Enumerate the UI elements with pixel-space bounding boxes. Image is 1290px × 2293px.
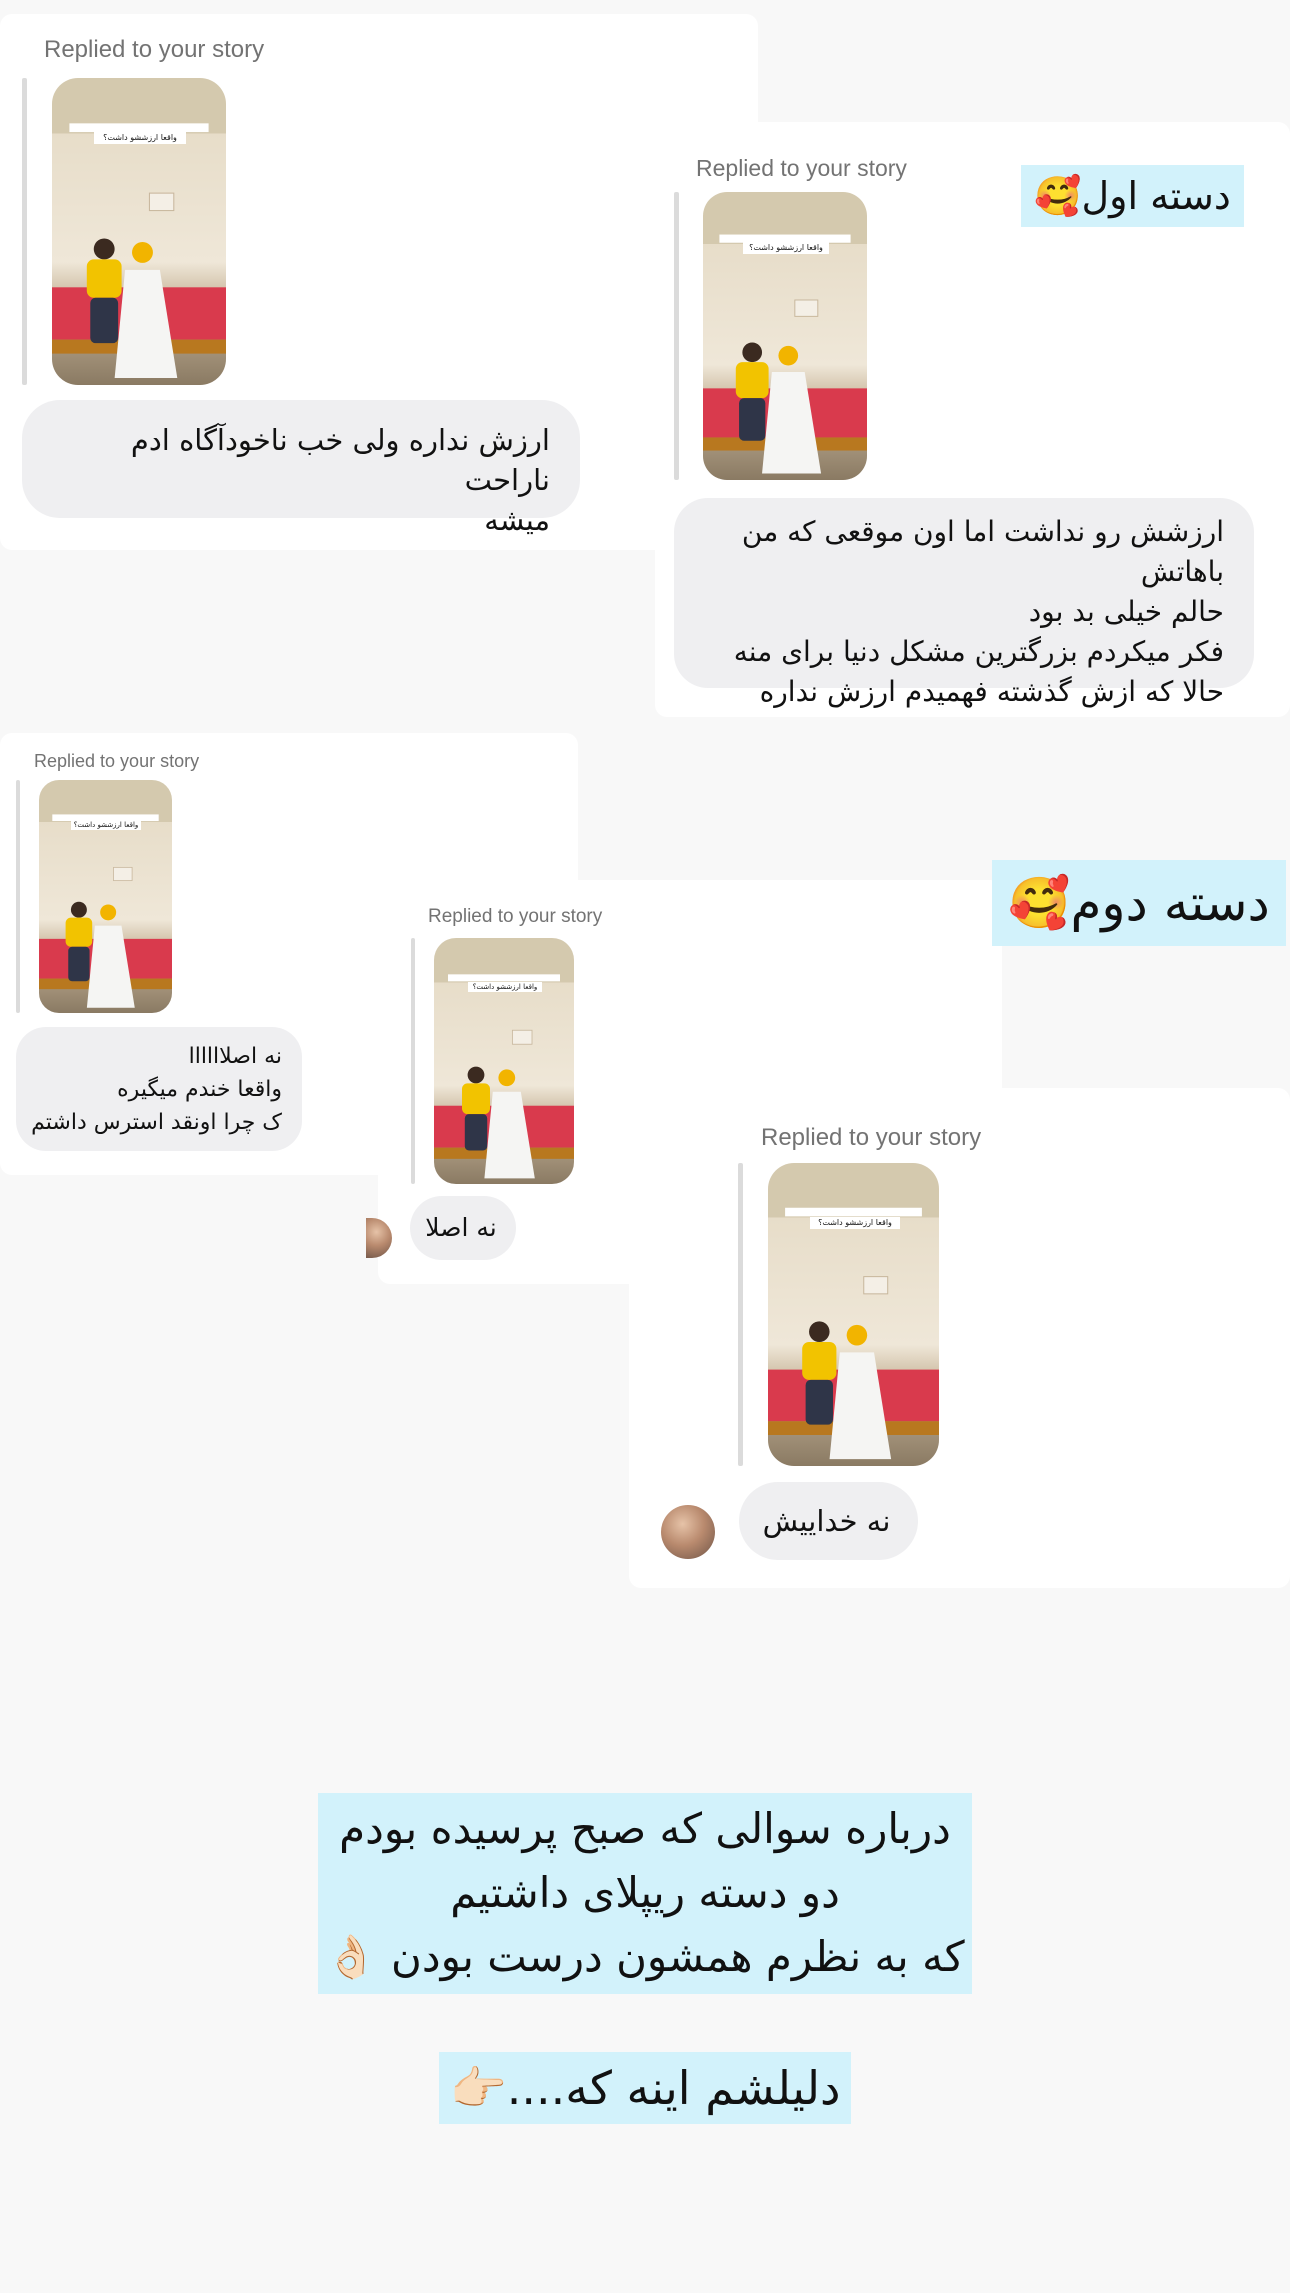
reply-quote-bar — [738, 1163, 743, 1466]
reply-quote-bar — [411, 938, 415, 1184]
reply-message-bubble: نه اصلاااااا واقعا خندم میگیره ک چرا اون… — [16, 1027, 302, 1151]
group-2-label: دسته دوم🥰 — [992, 860, 1286, 946]
story-thumbnail[interactable]: واقعا ارزششو داشت؟ — [52, 78, 226, 385]
replied-to-story-label: Replied to your story — [696, 155, 907, 181]
story-caption-main: درباره سوالی که صبح پرسیده بودم دو دسته … — [318, 1793, 972, 1994]
story-photo-icon — [768, 1207, 939, 1460]
story-thumbnail[interactable]: واقعا ارزششو داشت؟ — [39, 780, 172, 1013]
story-thumbnail[interactable]: واقعا ارزششو داشت؟ — [703, 192, 867, 480]
sender-avatar[interactable] — [661, 1505, 715, 1559]
story-photo-icon — [434, 974, 574, 1179]
story-thumbnail[interactable]: واقعا ارزششو داشت؟ — [768, 1163, 939, 1466]
story-caption-reason: دلیلشم اینه که....👉🏻 — [439, 2052, 851, 2124]
story-question-sticker: واقعا ارزششو داشت؟ — [468, 982, 542, 992]
story-photo-icon — [39, 814, 172, 1008]
reply-quote-bar — [22, 78, 27, 385]
story-question-sticker: واقعا ارزششو داشت؟ — [71, 820, 141, 830]
group-1-label: دسته اول🥰 — [1021, 165, 1244, 227]
reply-message-bubble: ارزشش رو نداشت اما اون موقعی که من باهات… — [674, 498, 1254, 708]
reply-message-bubble: ارزش نداره ولی خب ناخودآگاه ادم ناراحت م… — [22, 400, 580, 537]
reply-quote-bar — [16, 780, 20, 1013]
replied-to-story-label: Replied to your story — [44, 36, 265, 63]
replied-to-story-label: Replied to your story — [34, 751, 200, 771]
story-question-sticker: واقعا ارزششو داشت؟ — [810, 1217, 900, 1229]
reply-message-bubble: نه خداییش — [739, 1482, 918, 1560]
reply-message-bubble: نه اصلا — [410, 1196, 516, 1260]
reply-card-5 — [629, 1088, 1290, 1588]
replied-to-story-label: Replied to your story — [761, 1124, 982, 1151]
story-question-sticker: واقعا ارزششو داشت؟ — [743, 242, 829, 254]
story-question-sticker: واقعا ارزششو داشت؟ — [94, 132, 186, 144]
story-photo-icon — [52, 123, 226, 379]
replied-to-story-label: Replied to your story — [428, 906, 603, 927]
story-photo-icon — [703, 234, 867, 474]
reply-quote-bar — [674, 192, 679, 480]
story-thumbnail[interactable]: واقعا ارزششو داشت؟ — [434, 938, 574, 1184]
